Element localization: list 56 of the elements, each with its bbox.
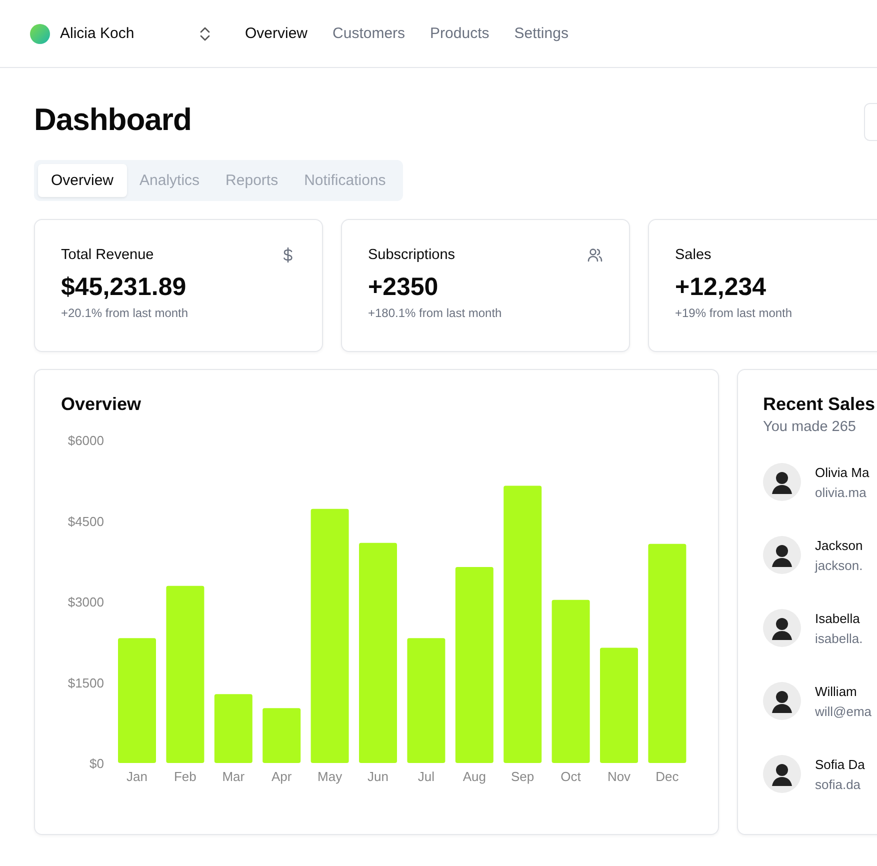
axis-label: Apr bbox=[271, 769, 292, 784]
card-title: Recent Sales bbox=[763, 394, 876, 416]
nav-link[interactable]: Customers bbox=[332, 25, 406, 42]
axis-label: Jun bbox=[368, 769, 388, 784]
customer-email: sofia.da bbox=[815, 776, 862, 792]
axis-label: $4500 bbox=[68, 514, 104, 529]
bar bbox=[214, 694, 252, 763]
chevron-updown-icon[interactable] bbox=[198, 26, 212, 42]
customer-name: Sofia Da bbox=[815, 756, 865, 772]
avatar bbox=[30, 24, 50, 44]
stat-value: +12,234 bbox=[675, 273, 768, 302]
stat-value: +2350 bbox=[368, 273, 440, 302]
axis-label: $1500 bbox=[68, 675, 104, 690]
users-icon bbox=[587, 247, 603, 263]
page-title: Dashboard bbox=[34, 102, 192, 138]
axis-label: Mar bbox=[222, 769, 245, 784]
customer-email: olivia.ma bbox=[815, 484, 868, 500]
axis-label: $3000 bbox=[68, 594, 104, 610]
axis-label: May bbox=[318, 769, 342, 784]
avatar-icon bbox=[763, 536, 801, 574]
customer-email: jackson. bbox=[815, 558, 863, 572]
axis-label: Sep bbox=[511, 769, 534, 784]
avatar-icon bbox=[763, 463, 801, 501]
card-title: Overview bbox=[61, 394, 142, 416]
customer-name: Isabella bbox=[815, 610, 861, 626]
customer-name: Olivia Ma bbox=[815, 464, 870, 480]
stat-change: +20.1% from last month bbox=[61, 306, 190, 320]
account-name[interactable]: Alicia Koch bbox=[60, 25, 198, 42]
bar bbox=[262, 708, 301, 763]
axis-label: Nov bbox=[607, 769, 631, 784]
nav-link[interactable]: Products bbox=[430, 25, 490, 42]
axis-label: Jul bbox=[418, 769, 435, 784]
nav-link[interactable]: Settings bbox=[514, 25, 568, 42]
avatar-icon bbox=[763, 755, 801, 793]
axis-label: Oct bbox=[560, 769, 581, 784]
stat-value: $45,231.89 bbox=[61, 273, 188, 302]
customer-email: will@ema bbox=[815, 704, 872, 718]
avatar-icon bbox=[763, 682, 801, 720]
axis-label: $0 bbox=[90, 756, 104, 771]
nav-link[interactable]: Overview bbox=[245, 25, 308, 42]
customer-name: Jackson bbox=[815, 538, 863, 552]
card-subtitle: You made 265 bbox=[763, 419, 857, 435]
customer-email: isabella. bbox=[815, 630, 863, 646]
stat-change: +19% from last month bbox=[675, 306, 794, 320]
axis-label: Dec bbox=[656, 769, 679, 784]
avatar-icon bbox=[763, 609, 801, 647]
stat-change: +180.1% from last month bbox=[368, 306, 503, 320]
stat-title: Sales bbox=[675, 247, 712, 263]
axis-label: $6000 bbox=[68, 433, 104, 448]
stat-title: Total Revenue bbox=[61, 247, 154, 263]
tab[interactable]: Overview bbox=[38, 164, 127, 197]
stat-title: Subscriptions bbox=[368, 247, 456, 263]
axis-label: Aug bbox=[462, 769, 486, 784]
axis-label: Feb bbox=[174, 769, 196, 784]
customer-name: William bbox=[815, 684, 858, 698]
axis-label: Jan bbox=[126, 769, 148, 784]
